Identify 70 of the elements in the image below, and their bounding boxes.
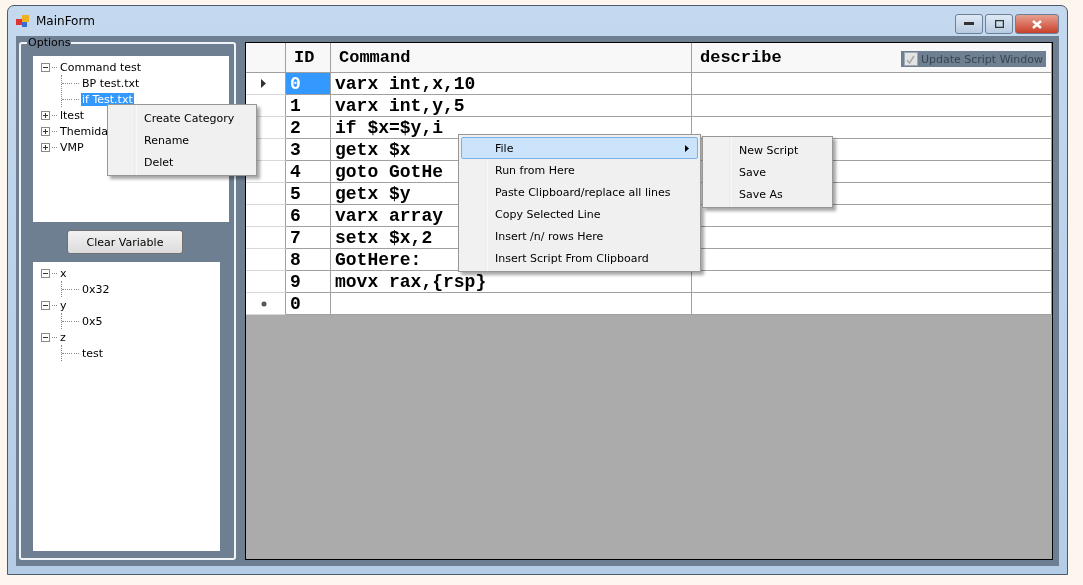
collapse-icon[interactable] <box>41 332 50 342</box>
tree-item[interactable]: BP test.txt <box>81 76 141 90</box>
tree-item[interactable]: Themida <box>59 124 109 138</box>
tree-item[interactable]: 0x5 <box>81 314 104 328</box>
tree-item[interactable]: test <box>81 346 105 360</box>
id-cell[interactable]: 0 <box>286 293 331 315</box>
app-icon <box>16 14 30 28</box>
row-header[interactable] <box>246 249 286 271</box>
maximize-icon <box>994 20 1004 28</box>
describe-cell[interactable] <box>692 293 1052 315</box>
tree-item[interactable]: ltest <box>59 108 86 122</box>
collapse-icon[interactable] <box>41 62 50 72</box>
tree-item[interactable]: 0x32 <box>81 282 111 296</box>
close-button[interactable] <box>1015 14 1059 34</box>
id-cell[interactable]: 8 <box>286 249 331 271</box>
clear-variable-button[interactable]: Clear Variable <box>67 230 183 254</box>
describe-cell[interactable] <box>692 95 1052 117</box>
expand-icon[interactable] <box>41 142 50 152</box>
menu-item[interactable]: Insert /n/ rows Here <box>461 225 698 247</box>
window-title: MainForm <box>36 14 95 28</box>
tree-item[interactable]: VMP <box>59 140 85 154</box>
id-cell[interactable]: 2 <box>286 117 331 139</box>
menu-item[interactable]: File <box>461 137 698 159</box>
command-cell[interactable]: varx int,x,10 <box>331 73 692 95</box>
close-icon <box>1032 19 1042 29</box>
command-cell[interactable]: varx int,y,5 <box>331 95 692 117</box>
collapse-icon[interactable] <box>41 300 50 310</box>
menu-item[interactable]: Save <box>705 161 830 183</box>
menu-item[interactable]: Run from Here <box>461 159 698 181</box>
menu-item[interactable]: New Script <box>705 139 830 161</box>
row-header[interactable] <box>246 73 286 95</box>
checkbox-label: Update Script Window <box>920 52 1043 66</box>
id-cell[interactable]: 4 <box>286 161 331 183</box>
group-title: Options <box>27 36 72 49</box>
command-cell[interactable] <box>331 293 692 315</box>
describe-cell[interactable] <box>692 271 1052 293</box>
minimize-icon <box>964 22 974 26</box>
tree-item[interactable]: y <box>59 298 68 312</box>
submenu-arrow-icon <box>685 144 689 152</box>
row-header[interactable] <box>246 293 286 315</box>
column-header[interactable]: Command <box>331 43 692 73</box>
id-cell[interactable]: 1 <box>286 95 331 117</box>
menu-item[interactable]: Insert Script From Clipboard <box>461 247 698 269</box>
tree-item[interactable]: Command test <box>59 60 143 74</box>
menu-item[interactable]: Delet <box>110 151 254 173</box>
menu-item[interactable]: Rename <box>110 129 254 151</box>
collapse-icon[interactable] <box>41 268 50 278</box>
expand-icon[interactable] <box>41 110 50 120</box>
row-header[interactable] <box>246 183 286 205</box>
expand-icon[interactable] <box>41 126 50 136</box>
menu-item[interactable]: Paste Clipboard/replace all lines <box>461 181 698 203</box>
row-header[interactable] <box>246 205 286 227</box>
menu-item[interactable]: Save As <box>705 183 830 205</box>
id-cell[interactable]: 7 <box>286 227 331 249</box>
new-row-icon <box>261 300 267 307</box>
id-cell[interactable]: 5 <box>286 183 331 205</box>
describe-cell[interactable] <box>692 73 1052 95</box>
command-cell[interactable]: movx rax,{rsp} <box>331 271 692 293</box>
id-cell[interactable]: 6 <box>286 205 331 227</box>
row-header[interactable] <box>246 271 286 293</box>
id-cell[interactable]: 9 <box>286 271 331 293</box>
row-header[interactable] <box>246 227 286 249</box>
menu-item[interactable]: Create Category <box>110 107 254 129</box>
tree-item[interactable]: z <box>59 330 67 344</box>
id-cell[interactable]: 3 <box>286 139 331 161</box>
menu-item[interactable]: Copy Selected Line <box>461 203 698 225</box>
maximize-button[interactable] <box>985 14 1013 34</box>
column-header[interactable]: ID <box>286 43 331 73</box>
minimize-button[interactable] <box>955 14 983 34</box>
tree-item[interactable]: x <box>59 266 68 280</box>
